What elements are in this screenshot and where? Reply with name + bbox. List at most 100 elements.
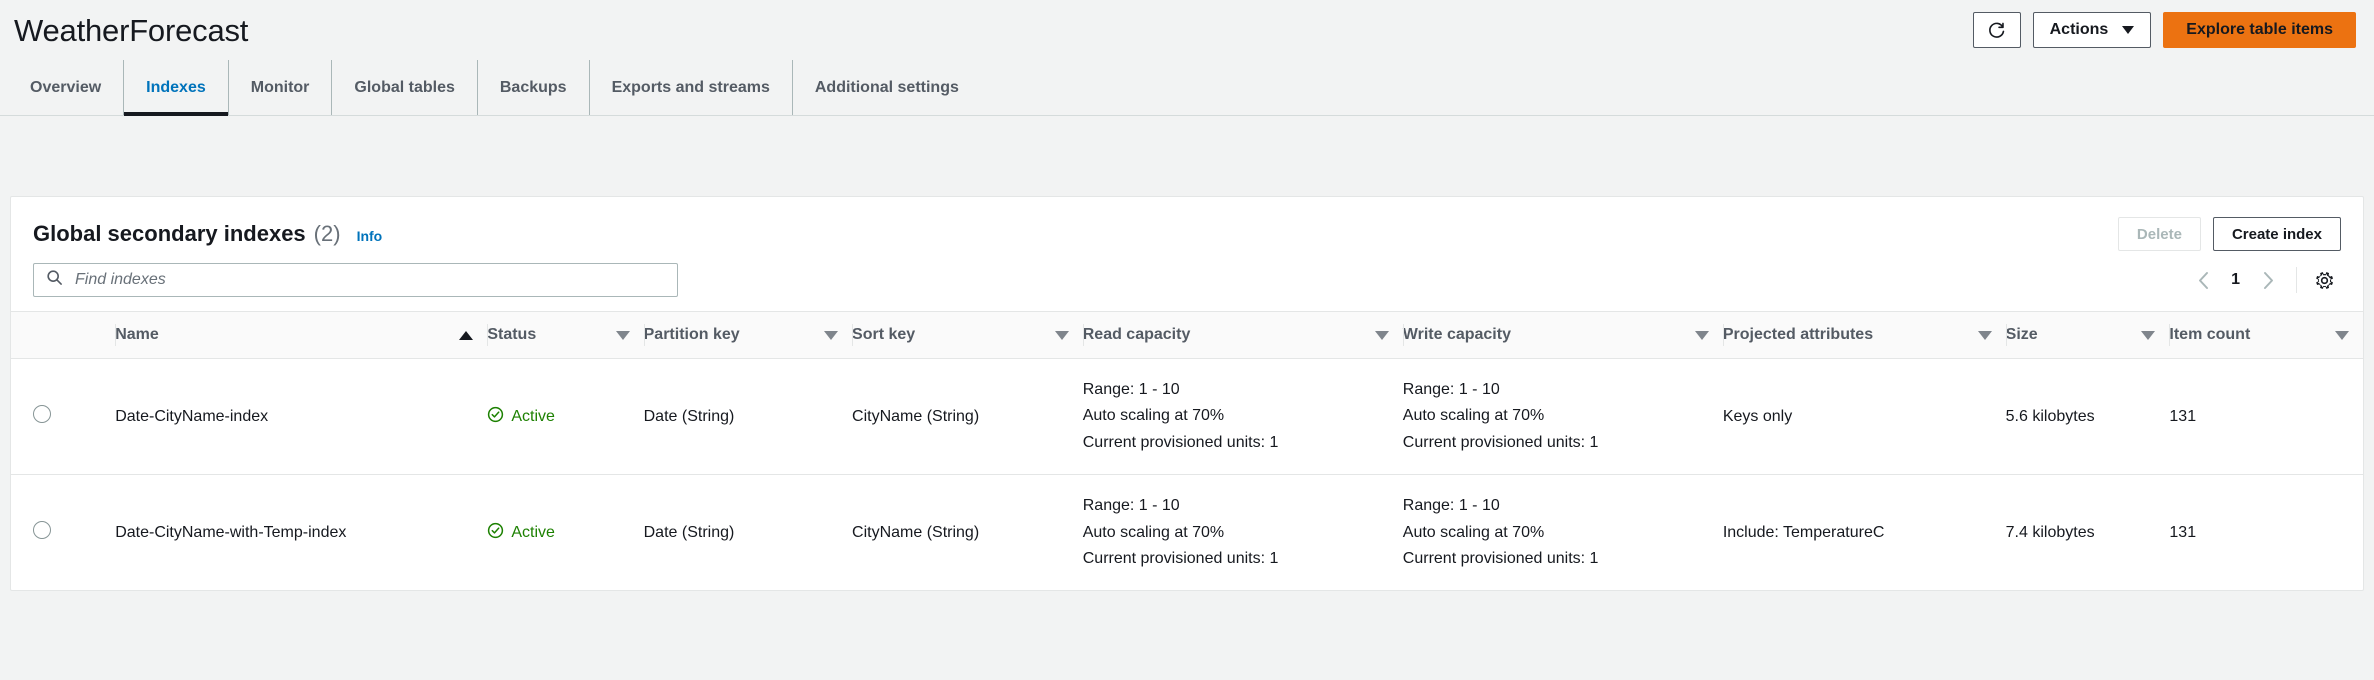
pager-divider	[2296, 267, 2297, 293]
cell-size: 7.4 kilobytes	[2005, 523, 2095, 541]
explore-table-items-button[interactable]: Explore table items	[2163, 12, 2356, 48]
column-header-status[interactable]: Status	[487, 311, 644, 359]
tab-additional-settings[interactable]: Additional settings	[793, 60, 981, 115]
sort-descending-icon[interactable]	[2141, 330, 2156, 340]
cell-read-capacity: Range: 1 - 10 Auto scaling at 70% Curren…	[1083, 475, 1403, 591]
sort-descending-icon[interactable]	[2335, 330, 2349, 340]
row-select-cell	[11, 475, 115, 591]
global-secondary-indexes-panel: Global secondary indexes (2) Info Delete…	[10, 196, 2364, 592]
chevron-left-icon[interactable]	[2185, 263, 2221, 297]
write-capacity-autoscaling: Auto scaling at 70%	[1402, 523, 1545, 541]
tab-label: Monitor	[250, 78, 310, 96]
cell-partition-key: Date (String)	[643, 523, 735, 541]
cell-status: Active	[487, 475, 643, 591]
tab-global-tables[interactable]: Global tables	[332, 60, 478, 115]
column-header-read-capacity[interactable]: Read capacity	[1082, 311, 1403, 359]
check-circle-icon	[487, 406, 504, 428]
tab-backups[interactable]: Backups	[478, 60, 590, 115]
table-body: Date-CityName-index Active Date (String)…	[11, 358, 2363, 591]
pagination: 1	[2185, 263, 2341, 297]
refresh-button[interactable]	[1972, 12, 2021, 48]
create-index-button[interactable]: Create index	[2212, 217, 2341, 251]
chevron-down-icon	[2122, 26, 2135, 34]
tab-indexes[interactable]: Indexes	[124, 60, 229, 116]
panel-count: (2)	[313, 221, 341, 246]
tab-exports-and-streams[interactable]: Exports and streams	[590, 60, 793, 115]
page-number[interactable]: 1	[2221, 271, 2250, 289]
cell-sort-key: CityName (String)	[852, 523, 980, 541]
write-capacity-provisioned: Current provisioned units: 1	[1402, 549, 1599, 567]
sort-descending-icon[interactable]	[1054, 330, 1069, 340]
cell-index-name: Date-CityName-with-Temp-index	[115, 523, 347, 541]
cell-write-capacity: Range: 1 - 10 Auto scaling at 70% Curren…	[1403, 475, 1723, 591]
actions-dropdown-button[interactable]: Actions	[2032, 12, 2152, 48]
cell-partition-key: Date (String)	[643, 358, 853, 476]
sort-descending-icon[interactable]	[824, 330, 839, 340]
column-header-write-capacity[interactable]: Write capacity	[1402, 311, 1723, 359]
tab-label: Exports and streams	[611, 78, 770, 96]
page-header: WeatherForecast Actions Explore table it…	[0, 0, 2374, 60]
sort-descending-icon[interactable]	[1694, 330, 1709, 340]
panel-title-text: Global secondary indexes	[33, 221, 306, 246]
write-capacity-range: Range: 1 - 10	[1402, 497, 1500, 515]
column-header-item-count[interactable]: Item count	[2169, 311, 2363, 359]
read-capacity-autoscaling: Auto scaling at 70%	[1082, 407, 1225, 425]
table-row[interactable]: Date-CityName-with-Temp-index Active Dat…	[11, 475, 2363, 591]
actions-label: Actions	[2049, 21, 2109, 38]
filter-row: 1	[11, 259, 2363, 311]
column-label: Status	[487, 326, 537, 343]
column-label: Read capacity	[1082, 326, 1191, 343]
column-label: Partition key	[643, 326, 740, 343]
chevron-right-icon[interactable]	[2250, 263, 2286, 297]
tab-bar: Overview Indexes Monitor Global tables B…	[0, 60, 2374, 116]
column-header-sort-key[interactable]: Sort key	[852, 311, 1083, 359]
cell-read-capacity: Range: 1 - 10 Auto scaling at 70% Curren…	[1082, 358, 1403, 476]
row-radio-button[interactable]	[33, 405, 51, 424]
tab-monitor[interactable]: Monitor	[229, 60, 333, 115]
refresh-icon	[1987, 21, 2006, 40]
cell-item-count: 131	[2169, 523, 2197, 541]
cell-projected-attributes: Include: TemperatureC	[1722, 523, 1885, 541]
cell-status: Active	[487, 358, 644, 476]
column-header-size[interactable]: Size	[2005, 311, 2170, 359]
tab-label: Global tables	[354, 78, 455, 96]
header-actions: Actions Explore table items	[1972, 12, 2356, 48]
column-label: Sort key	[852, 326, 916, 343]
column-label: Item count	[2169, 326, 2251, 343]
read-capacity-range: Range: 1 - 10	[1082, 497, 1180, 515]
indexes-table: Name Status Partition key Sort key Read …	[11, 311, 2363, 590]
select-all-header	[11, 311, 116, 359]
search-input[interactable]	[73, 270, 677, 290]
column-label: Size	[2005, 326, 2038, 343]
panel-header-actions: Delete Create index	[2117, 217, 2341, 251]
column-label: Name	[115, 326, 159, 343]
tab-label: Additional settings	[814, 78, 959, 96]
column-header-name[interactable]: Name	[115, 311, 488, 359]
table-row[interactable]: Date-CityName-index Active Date (String)…	[11, 358, 2363, 476]
row-radio-button[interactable]	[33, 521, 51, 540]
column-label: Projected attributes	[1722, 326, 1874, 343]
sort-descending-icon[interactable]	[615, 330, 630, 340]
search-box[interactable]	[33, 263, 678, 297]
cell-index-name: Date-CityName-index	[115, 358, 488, 476]
column-header-partition-key[interactable]: Partition key	[643, 311, 853, 359]
sort-descending-icon[interactable]	[1977, 330, 1992, 340]
column-label: Write capacity	[1402, 326, 1511, 343]
status-label: Active	[511, 523, 555, 541]
table-header-row: Name Status Partition key Sort key Read …	[11, 311, 2363, 359]
row-select-cell	[11, 358, 116, 476]
delete-button[interactable]: Delete	[2117, 217, 2201, 251]
gear-icon[interactable]	[2307, 263, 2341, 297]
dynamodb-table-page: WeatherForecast Actions Explore table it…	[0, 0, 2374, 680]
cell-write-capacity: Range: 1 - 10 Auto scaling at 70% Curren…	[1402, 358, 1723, 476]
sort-ascending-icon[interactable]	[459, 330, 474, 340]
sort-descending-icon[interactable]	[1374, 330, 1389, 340]
column-header-projected-attributes[interactable]: Projected attributes	[1722, 311, 2006, 359]
read-capacity-range: Range: 1 - 10	[1082, 381, 1180, 398]
cell-item-count: 131	[2169, 358, 2363, 476]
write-capacity-range: Range: 1 - 10	[1402, 381, 1500, 398]
info-link[interactable]: Info	[357, 228, 383, 244]
cell-projected-attributes: Keys only	[1722, 358, 2006, 476]
write-capacity-provisioned: Current provisioned units: 1	[1402, 433, 1599, 451]
tab-overview[interactable]: Overview	[8, 60, 125, 115]
